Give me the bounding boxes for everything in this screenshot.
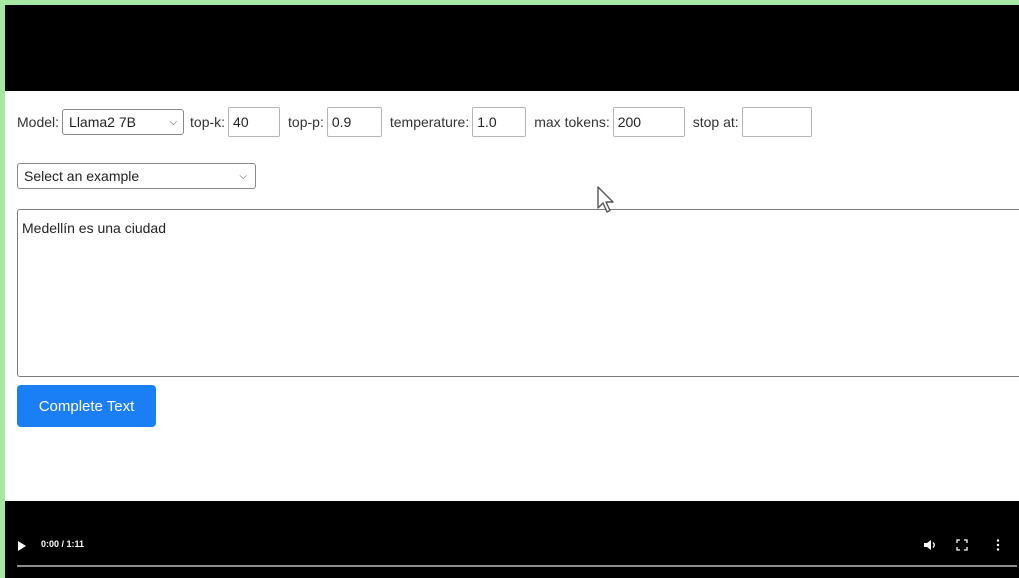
video-controls-bar: 0:00 / 1:11 (5, 501, 1019, 578)
model-select[interactable]: Llama2 7B ⌵ (62, 109, 185, 135)
prompt-textarea[interactable]: Medellín es una ciudad (17, 209, 1019, 377)
example-select-value: Select an example (24, 168, 140, 184)
max-tokens-label: max tokens: (534, 114, 610, 130)
stop-at-input[interactable] (741, 107, 812, 137)
temperature-input[interactable] (472, 107, 527, 137)
complete-text-button[interactable]: Complete Text (17, 385, 156, 427)
parameters-row: Model: Llama2 7B ⌵ top-k: top-p: tempera… (17, 107, 820, 137)
video-progress-bar[interactable] (17, 565, 1017, 567)
top-p-input[interactable] (326, 107, 382, 137)
more-vertical-icon[interactable] (995, 539, 1001, 551)
max-tokens-input[interactable] (612, 107, 685, 137)
video-time: 0:00 / 1:11 (41, 539, 85, 549)
text-completion-app: Model: Llama2 7B ⌵ top-k: top-p: tempera… (5, 91, 1019, 501)
chevron-down-icon: ⌵ (239, 170, 247, 182)
temperature-label: temperature: (389, 114, 470, 130)
top-k-input[interactable] (228, 107, 281, 137)
video-top-black-bar (5, 5, 1019, 91)
mouse-cursor-icon (597, 186, 614, 213)
top-k-label: top-k: (190, 114, 226, 130)
top-p-label: top-p: (288, 114, 324, 130)
play-icon[interactable] (17, 541, 27, 551)
volume-icon[interactable] (923, 539, 937, 551)
example-select[interactable]: Select an example ⌵ (17, 163, 256, 189)
video-player-frame: Model: Llama2 7B ⌵ top-k: top-p: tempera… (5, 5, 1019, 578)
model-select-value: Llama2 7B (69, 114, 136, 130)
fullscreen-icon[interactable] (956, 539, 968, 551)
chevron-down-icon: ⌵ (169, 116, 178, 128)
stop-at-label: stop at: (692, 114, 739, 130)
model-label: Model: (17, 114, 60, 130)
